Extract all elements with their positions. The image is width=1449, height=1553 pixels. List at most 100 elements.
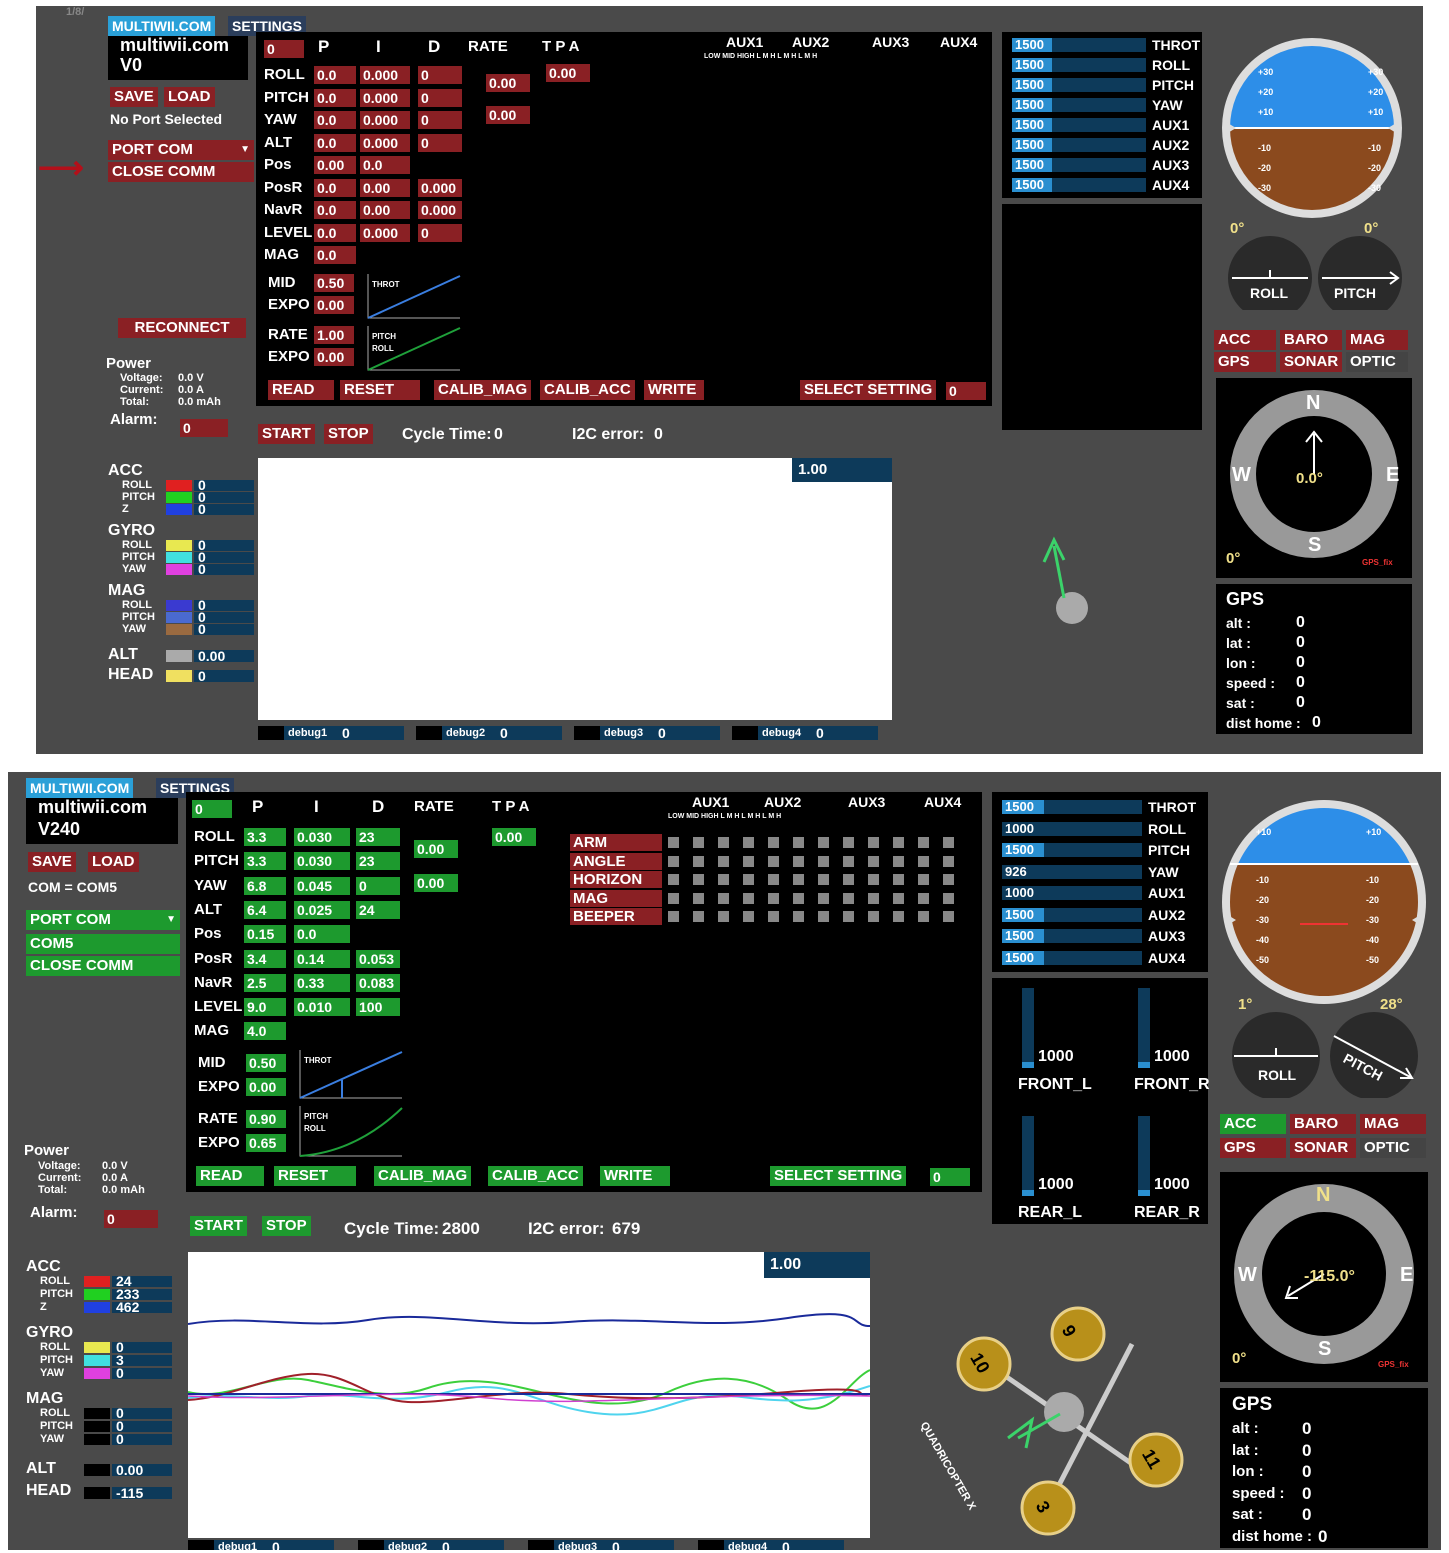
calib-mag-button[interactable]: CALIB_MAG (374, 1166, 472, 1186)
aux-checkbox[interactable] (818, 911, 829, 922)
pid-p-input[interactable]: 6.8 (244, 876, 286, 895)
aux-checkbox[interactable] (768, 874, 779, 885)
pid-d-input[interactable]: 23 (356, 828, 400, 846)
pid-p-input[interactable]: 4.0 (244, 1022, 286, 1041)
mid-input[interactable]: 0.50 (314, 274, 354, 292)
aux-checkbox[interactable] (743, 837, 754, 848)
aux-checkbox[interactable] (743, 911, 754, 922)
aux-checkbox[interactable] (718, 874, 729, 885)
select-setting-button[interactable]: SELECT SETTING (770, 1166, 907, 1186)
pid-d-input[interactable]: 0 (356, 876, 400, 895)
aux-checkbox[interactable] (793, 874, 804, 885)
pid-i-input[interactable]: 0.14 (294, 949, 350, 968)
pid-d-input[interactable]: 0 (418, 133, 462, 152)
sensor-color-swatch[interactable] (166, 624, 192, 635)
pid-i-input[interactable]: 0.000 (360, 88, 410, 107)
save-button[interactable]: SAVE (28, 852, 76, 872)
alt-color-swatch[interactable] (166, 650, 192, 662)
aux-checkbox[interactable] (693, 911, 704, 922)
sensor-color-swatch[interactable] (84, 1289, 110, 1301)
pid-i-input[interactable]: 0.00 (360, 178, 410, 197)
aux-checkbox[interactable] (818, 874, 829, 885)
head-color-swatch[interactable] (166, 670, 192, 682)
pid-p-input[interactable]: 0.0 (314, 201, 356, 219)
aux-checkbox[interactable] (793, 837, 804, 848)
sensor-color-swatch[interactable] (166, 552, 192, 563)
read-button[interactable]: READ (268, 380, 334, 400)
aux-checkbox[interactable] (818, 855, 829, 867)
pid-i-input[interactable]: 0.000 (360, 133, 410, 152)
pid-i-input[interactable]: 0.010 (294, 998, 350, 1017)
pid-p-input[interactable]: 0.00 (314, 156, 356, 174)
sensor-color-swatch[interactable] (84, 1355, 110, 1367)
aux-checkbox[interactable] (893, 874, 904, 885)
pid-d-input[interactable]: 23 (356, 852, 400, 871)
rate-roll-pitch[interactable]: 0.00 (486, 74, 530, 92)
calib-acc-button[interactable]: CALIB_ACC (488, 1166, 583, 1186)
aux-checkbox[interactable] (918, 911, 929, 922)
tab-multiwii[interactable]: MULTIWII.COM (26, 778, 134, 798)
aux-checkbox[interactable] (768, 892, 779, 904)
aux-checkbox[interactable] (743, 874, 754, 885)
aux-checkbox[interactable] (843, 892, 854, 904)
aux-checkbox[interactable] (943, 892, 954, 904)
stop-button[interactable]: STOP (324, 424, 373, 444)
pid-p-input[interactable]: 0.0 (314, 223, 356, 242)
aux-checkbox[interactable] (693, 837, 704, 848)
aux-checkbox[interactable] (718, 911, 729, 922)
pid-profile-select[interactable]: 0 (192, 800, 232, 818)
sensor-color-swatch[interactable] (84, 1434, 110, 1446)
aux-checkbox[interactable] (768, 837, 779, 848)
pid-i-input[interactable]: 0.030 (294, 828, 350, 846)
alarm-input[interactable]: 0 (104, 1210, 158, 1228)
pid-i-input[interactable]: 0.000 (360, 223, 410, 242)
start-button[interactable]: START (258, 424, 315, 444)
aux-checkbox[interactable] (668, 837, 679, 848)
aux-checkbox[interactable] (818, 892, 829, 904)
write-button[interactable]: WRITE (600, 1166, 670, 1186)
rate-input[interactable]: 1.00 (314, 326, 354, 344)
close-comm-button[interactable]: CLOSE COMM (26, 956, 180, 976)
expo-input[interactable]: 0.00 (314, 296, 354, 314)
setting-input[interactable]: 0 (930, 1168, 970, 1186)
alt-color-swatch[interactable] (84, 1464, 110, 1477)
aux-checkbox[interactable] (843, 855, 854, 867)
aux-checkbox[interactable] (693, 874, 704, 885)
pid-i-input[interactable]: 0.030 (294, 852, 350, 871)
aux-checkbox[interactable] (693, 855, 704, 867)
pid-d-input[interactable]: 0.000 (418, 178, 462, 197)
pid-p-input[interactable]: 6.4 (244, 900, 286, 919)
aux-checkbox[interactable] (893, 911, 904, 922)
port-com-dropdown[interactable]: PORT COM ▼ (108, 140, 254, 160)
pid-d-input[interactable]: 24 (356, 900, 400, 919)
pid-p-input[interactable]: 9.0 (244, 998, 286, 1017)
sensor-color-swatch[interactable] (84, 1408, 110, 1419)
pid-p-input[interactable]: 0.15 (244, 925, 286, 944)
mid-input[interactable]: 0.50 (246, 1054, 286, 1072)
sensor-color-swatch[interactable] (84, 1342, 110, 1353)
reset-button[interactable]: RESET (274, 1166, 356, 1186)
pid-p-input[interactable]: 3.4 (244, 949, 286, 968)
pid-d-input[interactable]: 0.053 (356, 949, 400, 968)
calib-acc-button[interactable]: CALIB_ACC (540, 380, 635, 400)
sensor-color-swatch[interactable] (84, 1276, 110, 1287)
aux-checkbox[interactable] (768, 911, 779, 922)
stop-button[interactable]: STOP (262, 1216, 311, 1236)
sensor-color-swatch[interactable] (84, 1421, 110, 1433)
aux-checkbox[interactable] (868, 892, 879, 904)
pid-p-input[interactable]: 3.3 (244, 852, 286, 871)
aux-checkbox[interactable] (943, 874, 954, 885)
port-option-com5[interactable]: COM5 (26, 934, 180, 954)
aux-checkbox[interactable] (718, 892, 729, 904)
pid-p-input[interactable]: 2.5 (244, 973, 286, 992)
pid-i-input[interactable]: 0.000 (360, 66, 410, 84)
pid-p-input[interactable]: 0.0 (314, 133, 356, 152)
aux-checkbox[interactable] (743, 855, 754, 867)
pid-i-input[interactable]: 0.045 (294, 876, 350, 895)
sensor-color-swatch[interactable] (166, 504, 192, 515)
sensor-color-swatch[interactable] (84, 1302, 110, 1314)
pid-d-input[interactable]: 0.083 (356, 973, 400, 992)
pid-d-input[interactable]: 0 (418, 66, 462, 84)
pid-d-input[interactable]: 0 (418, 88, 462, 107)
sensor-color-swatch[interactable] (166, 480, 192, 491)
